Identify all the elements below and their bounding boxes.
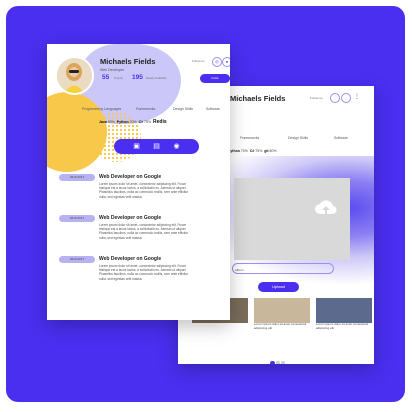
more-menu-icon[interactable]: ⋮ [354,94,360,100]
thumbnail-image[interactable] [316,298,372,323]
date-badge: 2015-2017 [59,256,95,263]
social-icon[interactable] [330,93,340,103]
follow-label: Follow us [192,59,205,63]
upload-dropzone[interactable] [234,178,350,260]
thumbnail-caption: Lorem ipsum dolor sit amet consectetur a… [316,322,369,330]
tab-design-skills[interactable]: Design Skills [288,136,308,140]
skill-list: Java 90% Python 70% C# 75% Redis [99,119,167,125]
skill-value: 80% [269,149,277,153]
date-badge: 2015-2017 [59,174,95,181]
social-icon[interactable]: ◎ [212,57,222,67]
experience-description: Lorem ipsum dolor sit amet, consectetur … [99,264,189,281]
stat-label: Projects [114,77,124,80]
pagination-dots[interactable] [270,352,286,364]
avatar [55,56,94,95]
social-icon[interactable] [341,93,351,103]
skill-value: 70% [129,120,137,124]
skill-name: C# [138,120,144,124]
stat-value: 55 [102,74,110,81]
skill-name: Java [99,120,107,124]
page-dot[interactable] [276,361,280,364]
experience-title: Web Developer on Google [99,215,162,221]
experience-title: Web Developer on Google [99,174,162,180]
tab-frameworks[interactable]: Frameworks [136,107,155,111]
briefcase-icon[interactable]: ▤ [152,142,161,151]
skill-value: 75% [144,120,152,124]
stat-label: Weekly Availability [146,77,167,80]
eye-icon[interactable]: ◉ [172,142,181,151]
album-label: Album [235,268,244,272]
cloud-upload-icon [315,200,337,215]
tab-programming-languages[interactable]: Programming Languages [82,107,121,111]
skill-name: C# [249,149,255,153]
skill-value: 75% [255,149,263,153]
page-dot[interactable] [281,361,285,364]
stat-value: 195 [132,74,143,81]
skill-name: Python [116,120,129,124]
skill-name: Redis [153,119,167,125]
image-icon[interactable]: ▣ [132,142,141,151]
experience-description: Lorem ipsum dolor sit amet, consectetur … [99,223,189,240]
skill-name: git [264,149,269,153]
profile-role: Web Developer [100,68,125,72]
page-dot[interactable] [270,361,275,364]
date-badge: 2015-2017 [59,215,95,222]
tab-design-skills[interactable]: Design Skills [173,107,193,111]
profile-name: Michaels Fields [230,94,286,103]
background-stage: Michaels Fields Follow us ⋮ Frameworks D… [6,6,405,402]
album-input[interactable] [232,263,334,274]
thumbnail-image[interactable] [254,298,310,323]
skill-value: 70% [240,149,248,153]
skill-value: 90% [107,120,115,124]
upload-button[interactable]: Upload [258,282,299,292]
tab-frameworks[interactable]: Frameworks [240,136,259,140]
experience-description: Lorem ipsum dolor sit amet, consectetur … [99,182,189,199]
section-toolbar: ▣ ▤ ◉ [114,139,199,154]
tab-software[interactable]: Software [334,136,348,140]
social-icon[interactable]: ● [222,57,230,67]
tab-software[interactable]: Software [206,107,220,111]
thumbnail-caption: Lorem ipsum dolor sit amet consectetur a… [254,322,307,330]
skill-list: Python 70% C# 75% git 80% [228,149,277,153]
invite-button[interactable]: Invite [200,74,230,83]
experience-title: Web Developer on Google [99,256,162,262]
profile-name: Michaels Fields [100,57,156,66]
person-photo-icon [57,58,92,93]
follow-label: Follow us [310,96,323,100]
profile-card: Michaels Fields Web Developer 55 Project… [47,44,230,320]
